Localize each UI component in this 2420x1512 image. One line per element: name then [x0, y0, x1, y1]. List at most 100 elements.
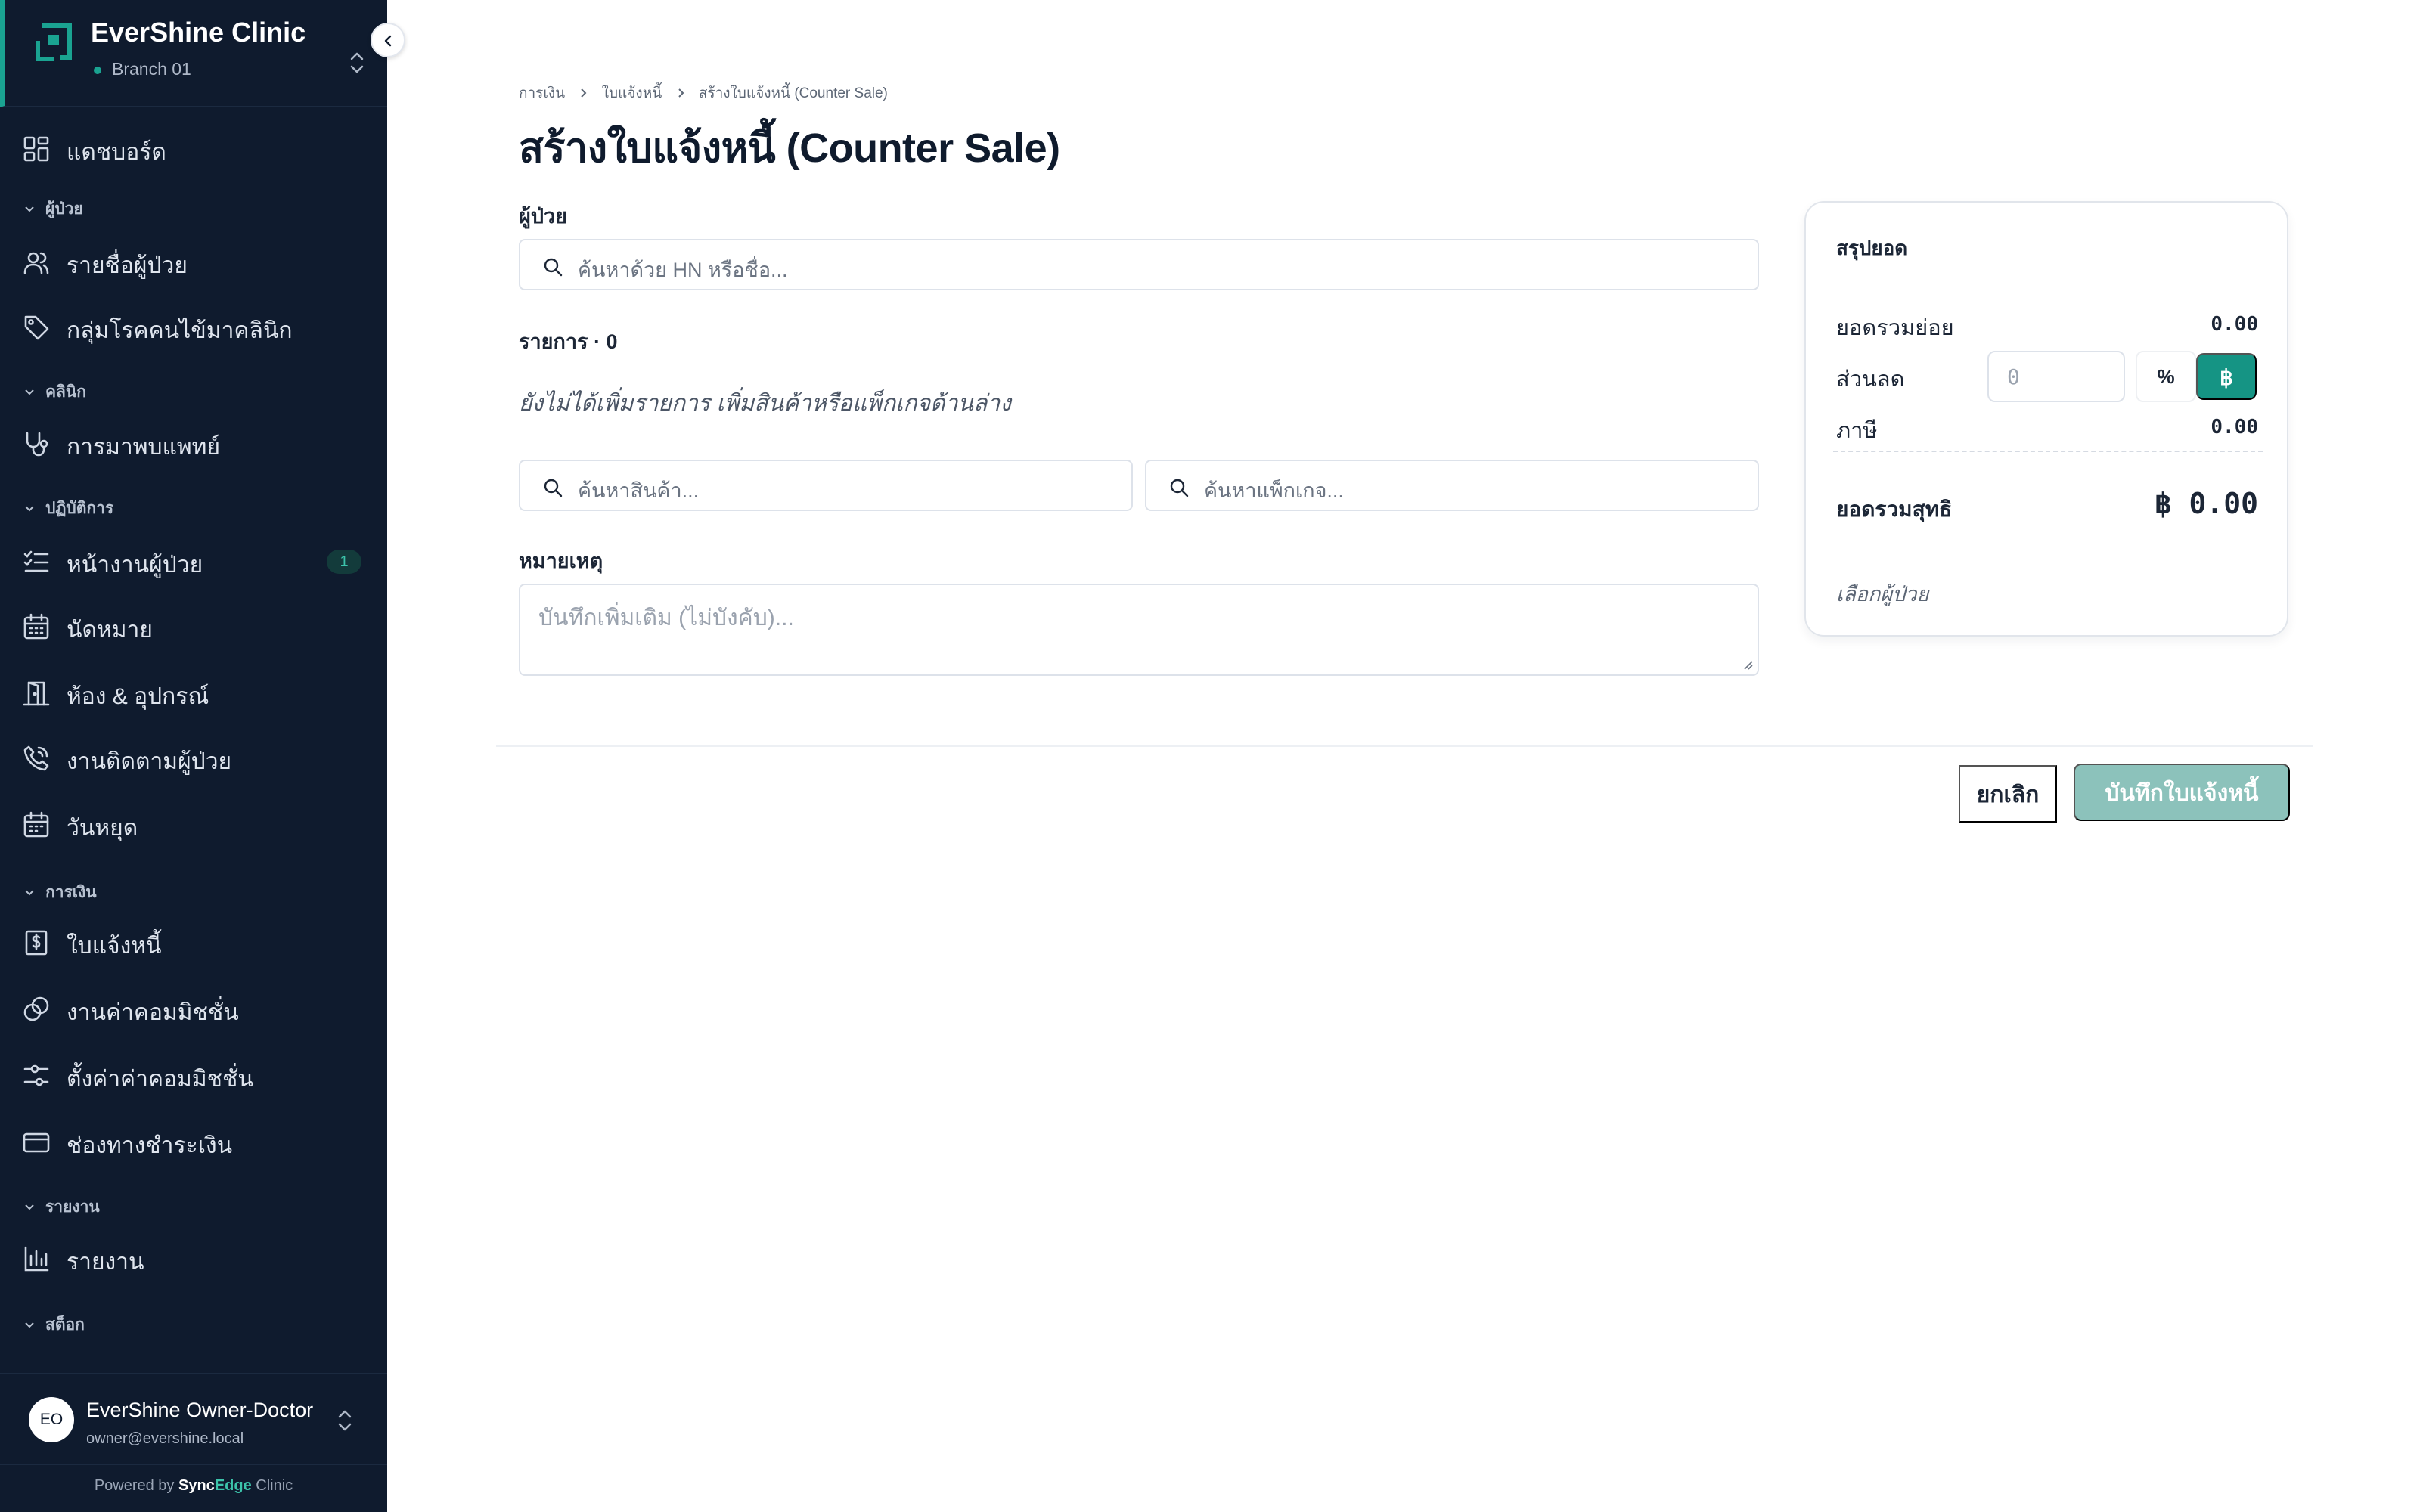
- cancel-button[interactable]: ยกเลิก: [1959, 765, 2057, 823]
- search-icon: [544, 479, 563, 497]
- clinic-name: EverShine Clinic: [91, 17, 306, 48]
- coins-icon: [23, 996, 49, 1021]
- sidebar-item-label: รายงาน: [67, 1250, 144, 1275]
- sidebar-item-dashboard[interactable]: แดชบอร์ด: [0, 122, 387, 175]
- product-search-input[interactable]: ค้นหาสินค้า...: [519, 460, 1133, 511]
- net-total-value: ฿ 0.00: [2154, 487, 2258, 520]
- sidebar-item-label: รายชื่อผู้ป่วย: [67, 253, 188, 278]
- tag-icon: [24, 315, 49, 340]
- bar-chart-icon: [24, 1246, 49, 1272]
- sidebar: EverShine Clinic Branch 01 แดชบอร์ด ผู้ป…: [0, 0, 387, 1512]
- page-title: สร้างใบแจ้งหนี้ (Counter Sale): [519, 125, 1060, 171]
- branch-switch-icon[interactable]: [346, 50, 368, 76]
- notes-textarea[interactable]: บันทึกเพิ่มเติม (ไม่บังคับ)...: [519, 584, 1759, 676]
- sliders-icon: [23, 1064, 49, 1086]
- subtotal-value: 0.00: [2211, 313, 2258, 336]
- sidebar-item-label: ห้อง & อุปกรณ์: [67, 684, 209, 709]
- section-label: ผู้ป่วย: [45, 200, 83, 218]
- resize-grip-icon[interactable]: [1742, 659, 1753, 670]
- save-invoice-button[interactable]: บันทึกใบแจ้งหนี้: [2074, 764, 2290, 821]
- sidebar-collapse-button[interactable]: [371, 23, 405, 57]
- summary-divider: [1833, 451, 2263, 452]
- discount-baht-toggle[interactable]: ฿: [2196, 353, 2257, 400]
- branch-status-dot: [94, 67, 101, 74]
- search-icon: [544, 258, 563, 277]
- tax-label: ภาษี: [1836, 419, 1878, 443]
- product-search-placeholder: ค้นหาสินค้า...: [578, 479, 700, 502]
- breadcrumb-invoices[interactable]: ใบแจ้งหนี้: [602, 85, 662, 101]
- patient-search-placeholder: ค้นหาด้วย HN หรือชื่อ...: [578, 259, 788, 281]
- sidebar-section-clinic[interactable]: คลินิก: [23, 380, 86, 404]
- sidebar-item-patients[interactable]: รายชื่อผู้ป่วย: [0, 236, 387, 289]
- sidebar-item-patient-worklist[interactable]: หน้างานผู้ป่วย 1: [0, 535, 387, 588]
- notes-placeholder: บันทึกเพิ่มเติม (ไม่บังคับ)...: [538, 606, 794, 631]
- sidebar-section-operations[interactable]: ปฏิบัติการ: [23, 496, 113, 521]
- discount-input[interactable]: 0: [1987, 351, 2125, 402]
- user-menu[interactable]: EO EverShine Owner-Doctor owner@evershin…: [0, 1373, 387, 1465]
- sidebar-item-label: งานติดตามผู้ป่วย: [67, 749, 232, 774]
- patient-search-input[interactable]: ค้นหาด้วย HN หรือชื่อ...: [519, 239, 1759, 290]
- section-label: รายงาน: [45, 1198, 100, 1216]
- items-empty-message: ยังไม่ได้เพิ่มรายการ เพิ่มสินค้าหรือแพ็ก…: [519, 391, 1011, 416]
- sidebar-item-followups[interactable]: งานติดตามผู้ป่วย: [0, 732, 387, 785]
- list-checks-icon: [23, 550, 49, 572]
- notes-label: หมายเหตุ: [519, 550, 603, 572]
- net-total-label: ยอดรวมสุทธิ: [1836, 497, 1953, 521]
- package-search-placeholder: ค้นหาแพ็กเกจ...: [1204, 479, 1344, 502]
- sidebar-section-reports[interactable]: รายงาน: [23, 1194, 100, 1219]
- calendar-icon: [23, 613, 49, 640]
- package-search-input[interactable]: ค้นหาแพ็กเกจ...: [1145, 460, 1759, 511]
- chevron-down-icon: [25, 389, 34, 395]
- section-label: สต็อก: [45, 1316, 85, 1334]
- section-label: คลินิก: [45, 383, 86, 401]
- sidebar-item-payment-channels[interactable]: ช่องทางชำระเงิน: [0, 1116, 387, 1169]
- sidebar-item-appointments[interactable]: นัดหมาย: [0, 600, 387, 653]
- chevron-down-icon: [25, 1322, 34, 1328]
- user-menu-switch-icon[interactable]: [334, 1408, 355, 1433]
- sidebar-section-patients[interactable]: ผู้ป่วย: [23, 197, 83, 222]
- user-email: owner@evershine.local: [86, 1430, 244, 1447]
- sidebar-item-label: ตั้งค่าค่าคอมมิชชั่น: [67, 1067, 253, 1092]
- users-icon: [23, 252, 49, 274]
- chevron-left-icon: [384, 35, 392, 47]
- door-icon: [23, 681, 50, 706]
- credit-card-icon: [23, 1132, 50, 1153]
- stethoscope-icon: [26, 432, 48, 457]
- items-count-label: รายการ · 0: [519, 330, 618, 353]
- breadcrumb-finance[interactable]: การเงิน: [519, 85, 565, 101]
- powered-brand-b: Edge: [214, 1477, 252, 1494]
- branch-name: Branch 01: [112, 59, 191, 79]
- breadcrumb-current: สร้างใบแจ้งหนี้ (Counter Sale): [698, 85, 888, 101]
- brand-header[interactable]: EverShine Clinic Branch 01: [0, 0, 387, 107]
- discount-percent-toggle[interactable]: %: [2136, 351, 2196, 402]
- chevron-down-icon: [25, 890, 34, 896]
- sidebar-item-visits[interactable]: การมาพบแพทย์: [0, 417, 387, 470]
- powered-by: Powered by SyncEdge Clinic: [0, 1477, 387, 1495]
- sidebar-item-label: ช่องทางชำระเงิน: [67, 1133, 233, 1158]
- tax-value: 0.00: [2211, 416, 2258, 438]
- sidebar-item-label: งานค่าคอมมิชชั่น: [67, 1000, 239, 1025]
- clinic-logo-icon: [36, 23, 72, 61]
- sidebar-item-reports[interactable]: รายงาน: [0, 1232, 387, 1285]
- receipt-icon: [25, 930, 48, 956]
- sidebar-item-commission-settings[interactable]: ตั้งค่าค่าคอมมิชชั่น: [0, 1049, 387, 1102]
- chevron-down-icon: [25, 506, 34, 512]
- summary-title: สรุปยอด: [1836, 237, 1908, 259]
- subtotal-label: ยอดรวมย่อย: [1836, 316, 1954, 340]
- worklist-count-badge: 1: [327, 550, 361, 574]
- user-name: EverShine Owner-Doctor: [86, 1399, 314, 1421]
- chevron-down-icon: [25, 206, 34, 212]
- sidebar-item-label: แดชบอร์ด: [67, 140, 166, 165]
- chevron-down-icon: [25, 1204, 34, 1210]
- sidebar-item-holidays[interactable]: วันหยุด: [0, 798, 387, 851]
- sidebar-item-label: นัดหมาย: [67, 618, 153, 643]
- powered-prefix: Powered by: [94, 1477, 175, 1494]
- sidebar-item-disease-groups[interactable]: กลุ่มโรคคนไข้มาคลินิก: [0, 301, 387, 354]
- sidebar-item-label: ใบแจ้งหนี้: [67, 934, 162, 959]
- sidebar-section-finance[interactable]: การเงิน: [23, 880, 97, 905]
- sidebar-item-invoices[interactable]: ใบแจ้งหนี้: [0, 916, 387, 969]
- sidebar-item-commission-tasks[interactable]: งานค่าคอมมิชชั่น: [0, 983, 387, 1036]
- sidebar-section-stock[interactable]: สต็อก: [23, 1312, 85, 1337]
- summary-card: สรุปยอด ยอดรวมย่อย 0.00 ส่วนลด 0 % ฿ ภาษ…: [1804, 201, 2288, 637]
- sidebar-item-rooms[interactable]: ห้อง & อุปกรณ์: [0, 667, 387, 720]
